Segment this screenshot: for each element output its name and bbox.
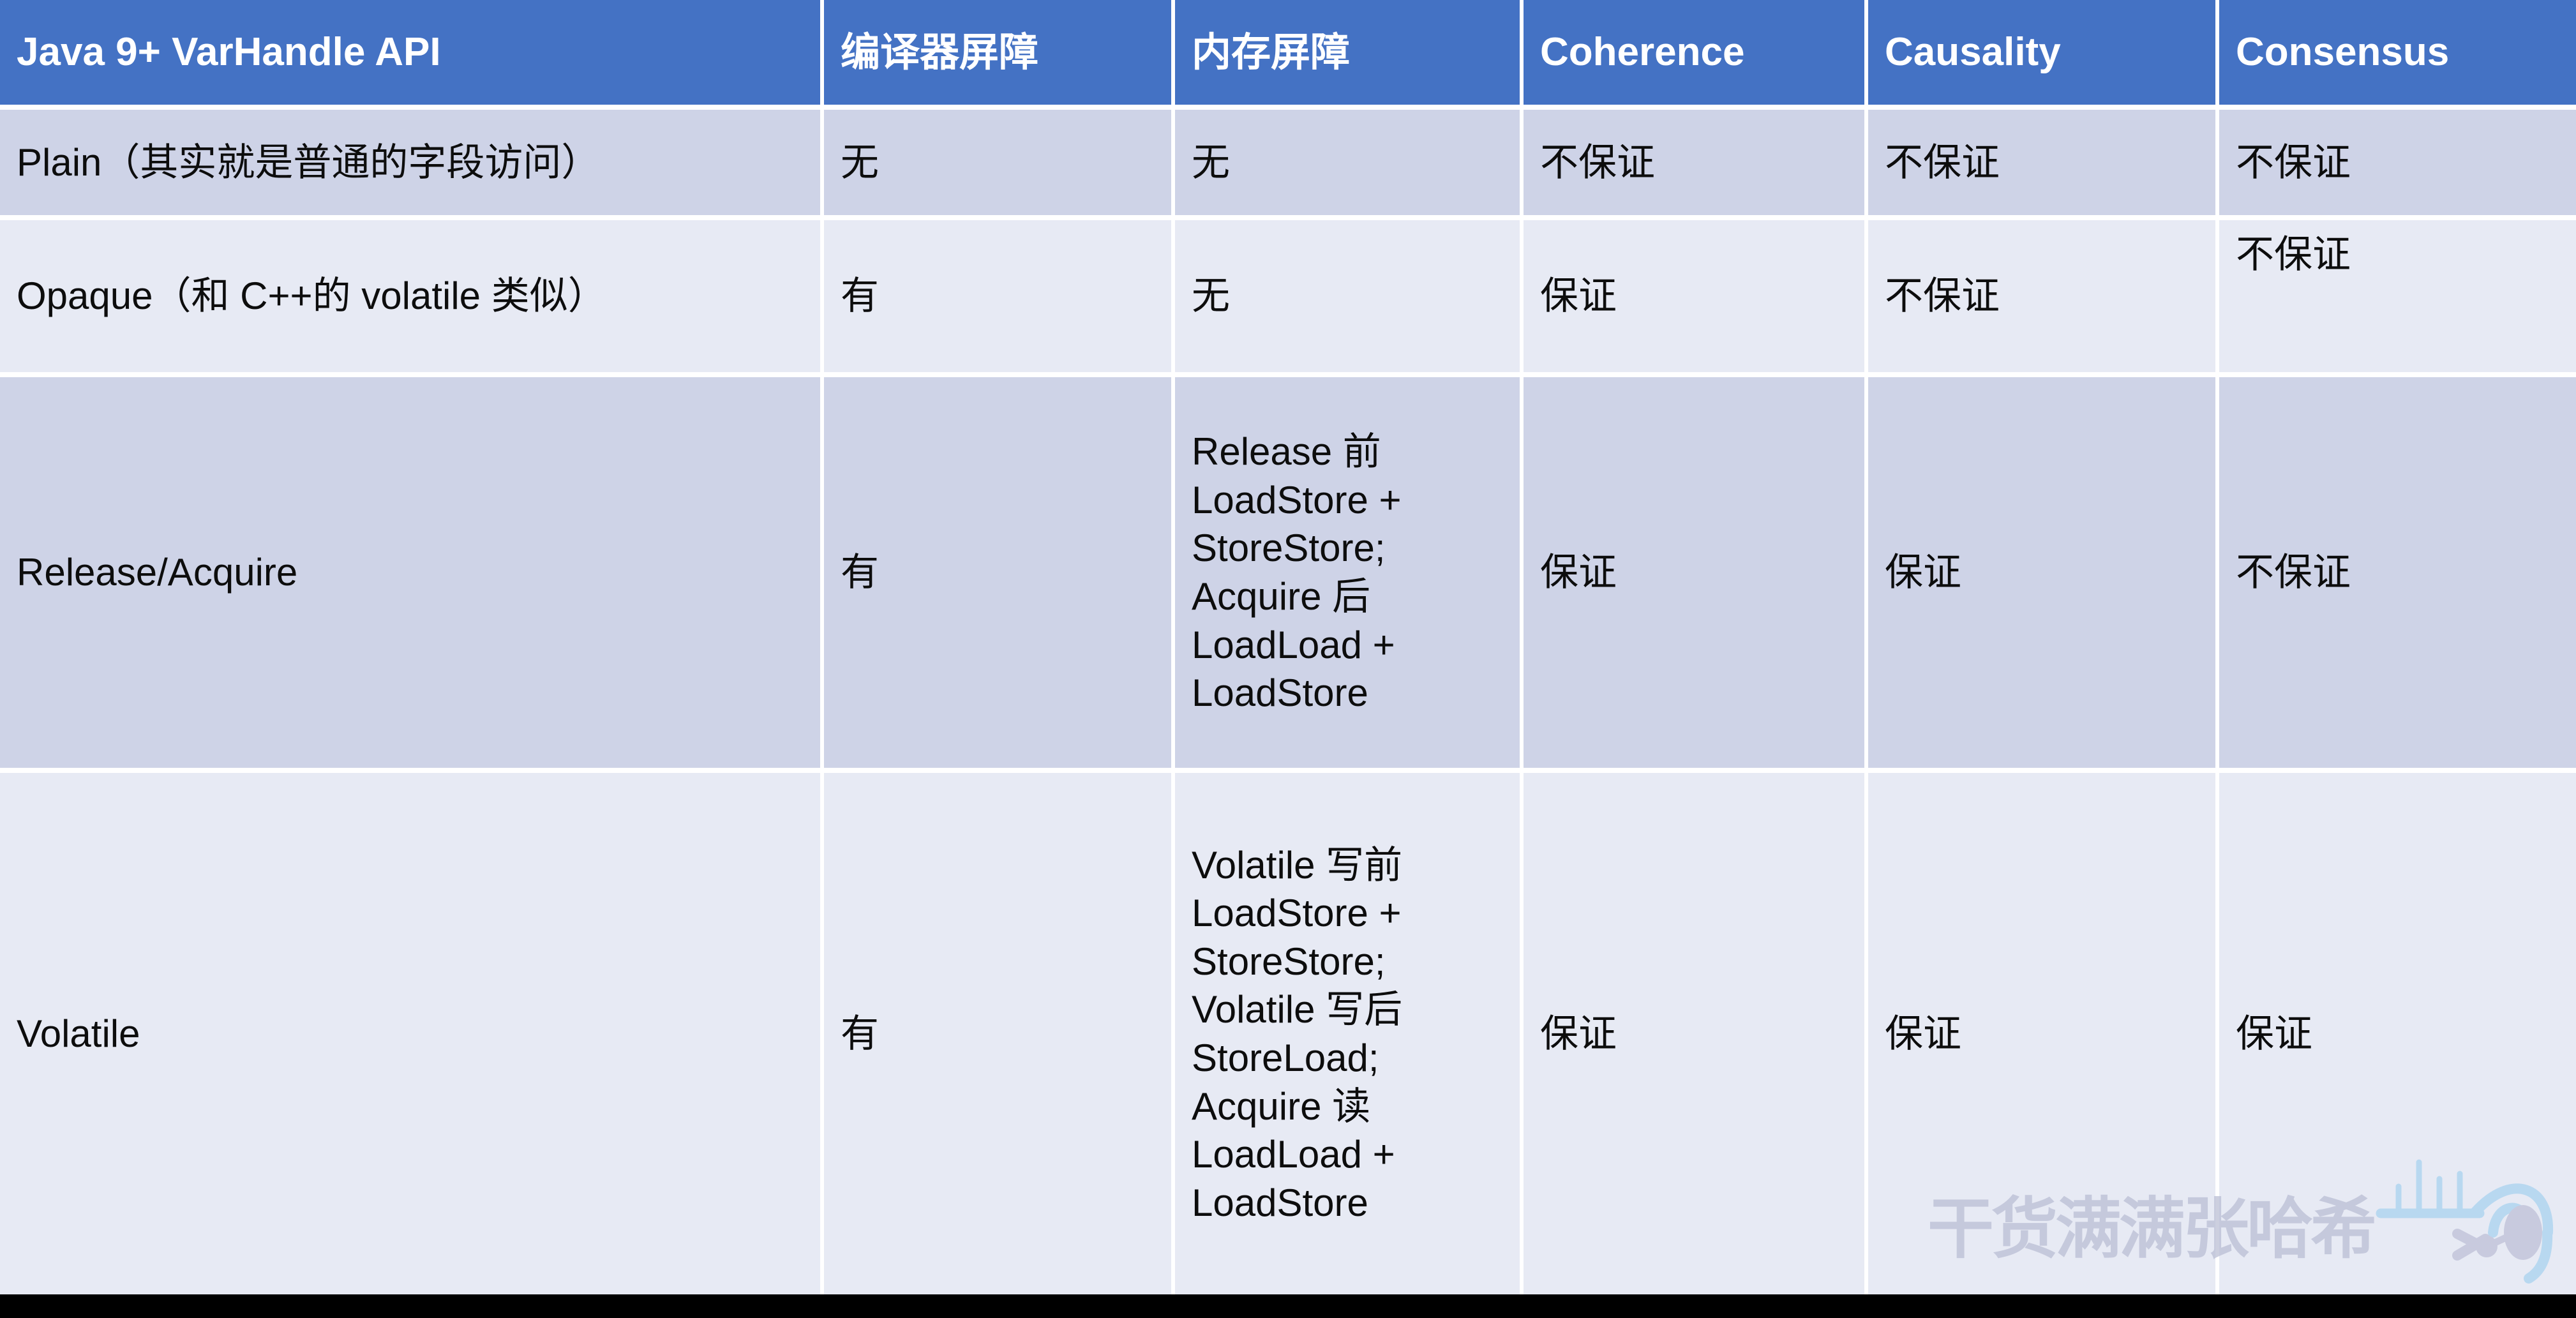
table-header-row: Java 9+ VarHandle API 编译器屏障 内存屏障 Coheren… (0, 0, 2576, 110)
cell-api: Plain（其实就是普通的字段访问） (0, 110, 824, 220)
table-row: Plain（其实就是普通的字段访问） 无 无 不保证 不保证 不保证 (0, 110, 2576, 220)
cell-coherence: 不保证 (1524, 110, 1868, 220)
cell-consensus: 不保证 (2219, 377, 2576, 773)
column-header-compiler-barrier: 编译器屏障 (824, 0, 1175, 110)
cell-coherence: 保证 (1524, 773, 1868, 1295)
cell-compiler-barrier: 有 (824, 773, 1175, 1295)
cell-causality: 保证 (1868, 773, 2219, 1295)
cell-causality: 不保证 (1868, 220, 2219, 377)
slide-canvas: 干货满满张哈希 Java 9+ VarHandle API 编译器屏障 内存屏障… (0, 0, 2576, 1318)
cell-memory-barrier: 无 (1175, 220, 1524, 377)
cell-memory-barrier: 无 (1175, 110, 1524, 220)
cell-memory-barrier: Release 前 LoadStore + StoreStore; Acquir… (1175, 377, 1524, 773)
column-header-causality: Causality (1868, 0, 2219, 110)
cell-compiler-barrier: 有 (824, 220, 1175, 377)
cell-causality: 不保证 (1868, 110, 2219, 220)
cell-consensus: 不保证 (2219, 110, 2576, 220)
table-body: Plain（其实就是普通的字段访问） 无 无 不保证 不保证 不保证 Opaqu… (0, 110, 2576, 1295)
cell-coherence: 保证 (1524, 377, 1868, 773)
table-header: Java 9+ VarHandle API 编译器屏障 内存屏障 Coheren… (0, 0, 2576, 110)
cell-consensus: 不保证 (2219, 220, 2576, 377)
cell-api: Release/Acquire (0, 377, 824, 773)
table-row: Opaque（和 C++的 volatile 类似） 有 无 保证 不保证 不保… (0, 220, 2576, 377)
cell-coherence: 保证 (1524, 220, 1868, 377)
cell-compiler-barrier: 无 (824, 110, 1175, 220)
cell-memory-barrier: Volatile 写前 LoadStore + StoreStore; Vola… (1175, 773, 1524, 1295)
bottom-black-strip (0, 1294, 2576, 1318)
column-header-memory-barrier: 内存屏障 (1175, 0, 1524, 110)
table-row: Volatile 有 Volatile 写前 LoadStore + Store… (0, 773, 2576, 1295)
cell-causality: 保证 (1868, 377, 2219, 773)
column-header-api: Java 9+ VarHandle API (0, 0, 824, 110)
cell-api: Volatile (0, 773, 824, 1295)
cell-consensus: 保证 (2219, 773, 2576, 1295)
table-row: Release/Acquire 有 Release 前 LoadStore + … (0, 377, 2576, 773)
varhandle-comparison-table: Java 9+ VarHandle API 编译器屏障 内存屏障 Coheren… (0, 0, 2576, 1295)
column-header-consensus: Consensus (2219, 0, 2576, 110)
cell-compiler-barrier: 有 (824, 377, 1175, 773)
column-header-coherence: Coherence (1524, 0, 1868, 110)
cell-api: Opaque（和 C++的 volatile 类似） (0, 220, 824, 377)
